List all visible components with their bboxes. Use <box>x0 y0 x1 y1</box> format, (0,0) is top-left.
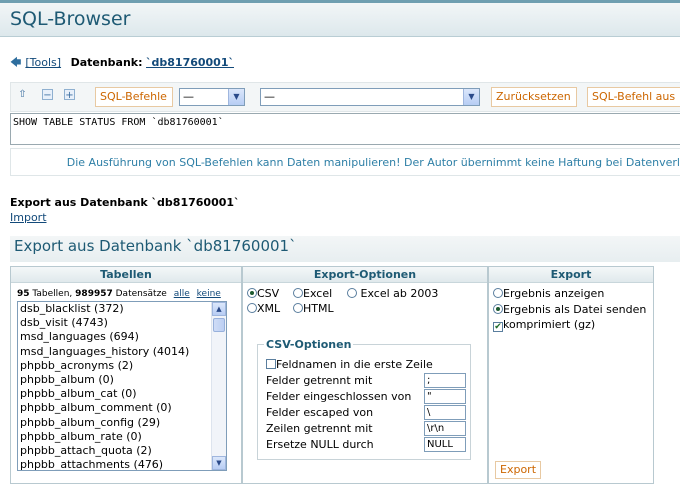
list-item[interactable]: phpbb_attach_quota (2) <box>18 444 226 458</box>
list-item[interactable]: phpbb_attachments (476) <box>18 458 226 470</box>
show-result-option[interactable]: Ergebnis anzeigen <box>493 287 604 300</box>
csv-field-label: Felder getrennt mit <box>266 374 373 387</box>
sql-command-select[interactable]: — ▼ <box>179 88 245 106</box>
list-item[interactable]: phpbb_album_cat (0) <box>18 387 226 401</box>
table-stats: 95 Tabellen, 989957 Datensätze alle kein… <box>17 289 221 299</box>
csv-options-legend: CSV-Optionen <box>264 338 354 351</box>
list-item[interactable]: phpbb_album_config (29) <box>18 416 226 430</box>
send-file-option[interactable]: Ergebnis als Datei senden <box>493 303 646 316</box>
radio-send-file[interactable] <box>493 304 503 314</box>
export-panel: Export Ergebnis anzeigen Ergebnis als Da… <box>488 266 654 484</box>
format-xml-option[interactable]: XML <box>247 302 280 315</box>
select-all-link[interactable]: alle <box>174 289 190 299</box>
radio-html[interactable] <box>293 303 303 313</box>
csv-field-label: Felder escaped von <box>266 406 374 419</box>
list-item[interactable]: dsb_blacklist (372) <box>18 302 226 316</box>
list-item[interactable]: msd_languages (694) <box>18 330 226 344</box>
scroll-down-icon[interactable]: ▼ <box>212 456 226 470</box>
back-arrow-icon[interactable]: 🡄 <box>10 56 21 69</box>
field-names-checkbox[interactable] <box>266 359 276 369</box>
csv-options-fieldset: CSV-Optionen Feldnamen in die erste Zeil… <box>257 338 471 460</box>
chevron-down-icon[interactable]: ▼ <box>463 89 479 105</box>
sql-query-textarea[interactable]: SHOW TABLE STATUS FROM `db81760001` <box>10 113 680 145</box>
tables-panel-header: Tabellen <box>11 267 241 283</box>
sql-query-select[interactable]: — ▼ <box>260 88 480 106</box>
compressed-option[interactable]: ✔komprimiert (gz) <box>493 318 595 332</box>
db-name-link[interactable]: `db81760001` <box>146 56 234 69</box>
format-html-option[interactable]: HTML <box>293 302 334 315</box>
radio-xml[interactable] <box>247 303 257 313</box>
csv-field-input[interactable]: NULL <box>424 437 466 452</box>
radio-excel2003[interactable] <box>347 288 357 298</box>
record-count-label: Datensätze <box>115 289 167 299</box>
format-csv-option[interactable]: CSV <box>247 287 279 300</box>
minimize-icon[interactable]: − <box>42 89 53 101</box>
warning-bar: Die Ausführung von SQL-Befehlen kann Dat… <box>10 148 680 176</box>
radio-excel[interactable] <box>293 288 303 298</box>
arrow-up-icon[interactable]: ⇧ <box>17 89 28 100</box>
run-sql-button[interactable]: SQL-Befehl aus <box>587 87 680 107</box>
maximize-icon[interactable]: + <box>64 89 75 101</box>
radio-show-result[interactable] <box>493 288 503 298</box>
export-options-panel: Export-Optionen CSV Excel Excel ab 2003 … <box>242 266 488 484</box>
table-count-label: Tabellen, <box>32 289 73 299</box>
warning-text: Die Ausführung von SQL-Befehlen kann Dat… <box>66 156 680 169</box>
field-names-label: Feldnamen in die erste Zeile <box>276 358 433 371</box>
sql-commands-button[interactable]: SQL-Befehle <box>95 87 173 107</box>
export-panel-header: Export <box>489 267 653 283</box>
list-item[interactable]: phpbb_acronyms (2) <box>18 359 226 373</box>
db-label: Datenbank: <box>70 56 143 69</box>
field-names-option[interactable]: Feldnamen in die erste Zeile <box>266 358 433 371</box>
app-title: SQL-Browser <box>10 8 131 30</box>
format-excel-label: Excel <box>303 287 333 300</box>
list-item[interactable]: phpbb_album_rate (0) <box>18 430 226 444</box>
tools-link[interactable]: [Tools] <box>25 56 61 69</box>
breadcrumb: 🡄 [Tools] Datenbank: `db81760001` <box>10 54 234 73</box>
table-count: 95 <box>17 289 30 299</box>
export-heading: Export aus Datenbank `db81760001` <box>10 196 240 209</box>
import-link[interactable]: Import <box>10 211 47 224</box>
format-xml-label: XML <box>257 302 281 315</box>
show-result-label: Ergebnis anzeigen <box>503 287 605 300</box>
format-html-label: HTML <box>303 302 334 315</box>
scroll-up-icon[interactable]: ▲ <box>212 302 226 316</box>
sql-toolbar: ⇧ − + SQL-Befehle — ▼ — ▼ Zurücksetzen S… <box>10 82 680 112</box>
compressed-checkbox[interactable]: ✔ <box>493 322 503 332</box>
sql-command-select-value: — <box>183 90 194 103</box>
record-count: 989957 <box>75 289 113 299</box>
sql-query-select-value: — <box>264 90 275 103</box>
csv-field-label: Zeilen getrennt mit <box>266 422 373 435</box>
export-options-header: Export-Optionen <box>243 267 487 283</box>
list-item[interactable]: msd_languages_history (4014) <box>18 345 226 359</box>
tables-panel: Tabellen 95 Tabellen, 989957 Datensätze … <box>10 266 242 484</box>
csv-field-input[interactable]: \ <box>424 405 466 420</box>
send-file-label: Ergebnis als Datei senden <box>503 303 647 316</box>
select-none-link[interactable]: keine <box>197 289 221 299</box>
format-excel2003-option[interactable]: Excel ab 2003 <box>347 287 438 300</box>
list-item[interactable]: dsb_visit (4743) <box>18 316 226 330</box>
csv-field-label: Ersetze NULL durch <box>266 438 374 451</box>
listbox-scrollbar[interactable]: ▲ ▼ <box>211 302 226 470</box>
csv-field-input[interactable]: ; <box>424 373 466 388</box>
section-title: Export aus Datenbank `db81760001` <box>10 236 680 262</box>
format-excel-option[interactable]: Excel <box>293 287 332 300</box>
format-excel2003-label: Excel ab 2003 <box>360 287 439 300</box>
radio-csv[interactable] <box>247 288 257 298</box>
reset-button[interactable]: Zurücksetzen <box>491 87 577 107</box>
export-button[interactable]: Export <box>495 461 542 479</box>
list-item[interactable]: phpbb_album_comment (0) <box>18 401 226 415</box>
format-csv-label: CSV <box>257 287 280 300</box>
list-item[interactable]: phpbb_album (0) <box>18 373 226 387</box>
csv-field-label: Felder eingeschlossen von <box>266 390 412 403</box>
chevron-down-icon[interactable]: ▼ <box>228 89 244 105</box>
compressed-label: komprimiert (gz) <box>503 318 596 331</box>
csv-field-input[interactable]: \r\n <box>424 421 466 436</box>
tables-listbox[interactable]: dsb_blacklist (372) dsb_visit (4743) msd_l… <box>17 301 227 471</box>
csv-field-input[interactable]: " <box>424 389 466 404</box>
scroll-thumb[interactable] <box>213 318 225 332</box>
